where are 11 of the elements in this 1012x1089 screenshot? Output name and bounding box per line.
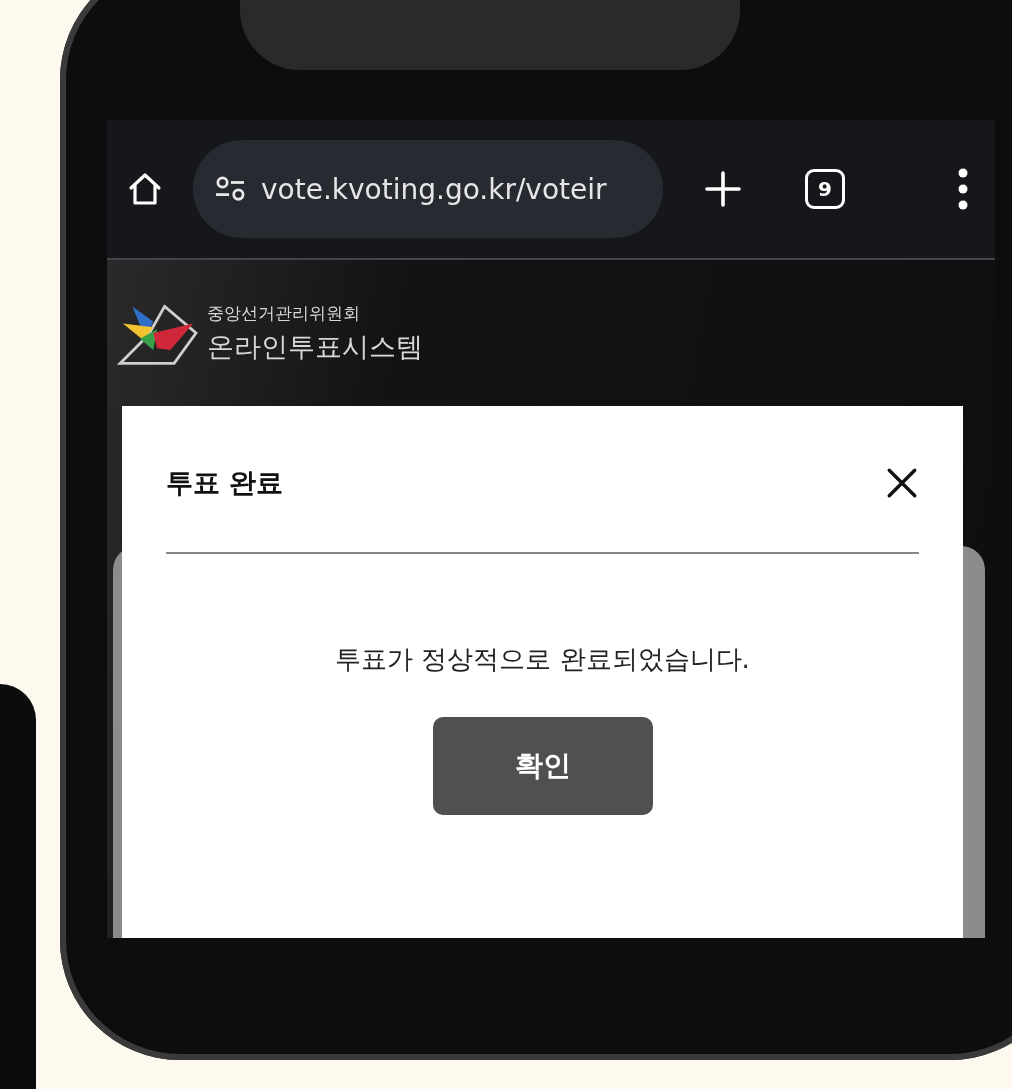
menu-icon[interactable] (957, 167, 969, 211)
organization-name: 중앙선거관리위원회 (207, 301, 361, 325)
site-settings-icon[interactable] (213, 175, 247, 203)
tab-switcher-button[interactable]: 9 (805, 169, 845, 209)
address-bar[interactable]: vote.kvoting.go.kr/voteir (193, 140, 663, 238)
dialog-title: 투표 완료 (166, 466, 284, 500)
system-name: 온라인투표시스템 (207, 329, 423, 364)
new-tab-icon[interactable] (703, 169, 743, 209)
dialog-message: 투표가 정상적으로 완료되었습니다. (334, 643, 751, 676)
confirm-button[interactable]: 확인 (432, 717, 653, 815)
close-icon[interactable] (885, 466, 919, 500)
